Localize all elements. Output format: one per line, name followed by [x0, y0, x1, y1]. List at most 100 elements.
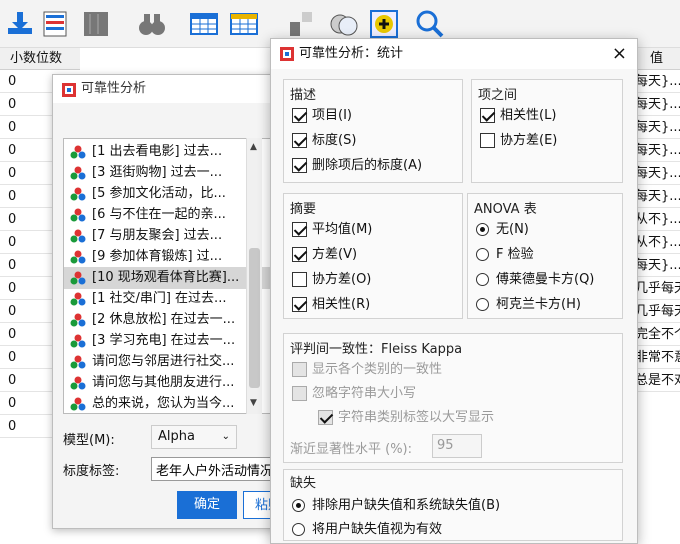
variable-scale-icon — [70, 313, 86, 327]
checkbox-describe-1[interactable]: 标度(S) — [290, 131, 356, 151]
exclude-missing-radio[interactable]: 排除用户缺失值和系统缺失值(B) — [290, 496, 500, 516]
uppercase-labels-label: 字符串类别标签以大写显示 — [338, 410, 495, 425]
list-item[interactable]: 请问您与其他朋友进行... — [64, 372, 270, 394]
option-label: 删除项后的标度(A) — [312, 158, 423, 173]
variable-scale-icon — [70, 397, 86, 411]
list-item-label: [6 与不住在一起的亲... — [92, 207, 226, 222]
uppercase-labels-checkbox[interactable]: 字符串类别标签以大写显示 — [316, 408, 494, 428]
summary-title: 摘要 — [290, 202, 317, 217]
grid-cell-values[interactable]: 完全不个 — [632, 323, 680, 346]
checkbox-summary-1[interactable]: 方差(V) — [290, 245, 357, 265]
anova-title: ANOVA 表 — [474, 202, 537, 217]
list-item[interactable]: [9 参加体育锻炼] 过... — [64, 246, 270, 268]
checkbox-summary-3[interactable]: 相关性(R) — [290, 295, 370, 315]
grid-cell-values[interactable]: 每天}... — [632, 70, 680, 93]
split-file-icon[interactable] — [80, 8, 112, 40]
list-item-label: 总的来说，您认为当今... — [92, 396, 235, 411]
show-category-agreement-checkbox[interactable]: 显示各个类别的一致性 — [290, 360, 442, 380]
variable-scale-icon — [70, 271, 86, 285]
variable-list[interactable]: [1 出去看电影] 过去... [3 逛街购物] 过去一... [5 参加文化活动，… — [63, 138, 271, 414]
list-item[interactable]: [3 逛街购物] 过去一... — [64, 162, 270, 184]
variable-scale-icon — [70, 208, 86, 222]
radio-anova-0[interactable]: 无(N) — [474, 220, 529, 240]
sig-level-input[interactable]: 95 — [432, 434, 482, 458]
list-item-label: [7 与朋友聚会] 过去... — [92, 228, 223, 243]
grid-cell-values[interactable]: 非常不意 — [632, 346, 680, 369]
find-binoculars-icon[interactable] — [136, 8, 168, 40]
radio-anova-1[interactable]: F 检验 — [474, 245, 534, 265]
variable-scale-icon — [70, 145, 86, 159]
checkbox-describe-2[interactable]: 删除项后的标度(A) — [290, 156, 422, 176]
variable-view-icon[interactable] — [228, 8, 260, 40]
value-labels-icon[interactable] — [284, 8, 316, 40]
reliability-analysis-dialog: 可靠性分析 [1 出去看电影] 过去... [3 逛街购物] 过去一... [5 参… — [52, 74, 300, 529]
missing-group: 缺失 排除用户缺失值和系统缺失值(B) 将用户缺失值视为有效 — [283, 469, 623, 541]
list-item-label: 请问您与邻居进行社交... — [92, 354, 235, 369]
list-item-label: 请问您与其他朋友进行... — [92, 375, 235, 390]
grid-cell-values[interactable]: 几乎每天 — [632, 300, 680, 323]
grid-cell-values[interactable]: 每天}... — [632, 185, 680, 208]
checkbox-between-1[interactable]: 协方差(E) — [478, 131, 557, 151]
scroll-thumb[interactable] — [249, 248, 260, 388]
option-label: 无(N) — [496, 222, 529, 237]
checkbox-summary-2[interactable]: 协方差(O) — [290, 270, 371, 290]
model-select-value: Alpha — [158, 429, 195, 444]
list-item[interactable]: [10 现场观看体育比赛]... — [64, 267, 270, 289]
grid-cell-values[interactable]: 总是不对 — [632, 369, 680, 392]
ignore-case-checkbox[interactable]: 忽略字符串大小写 — [290, 384, 416, 404]
list-item[interactable]: [1 社交/串门] 在过去... — [64, 288, 270, 310]
exclude-missing-label: 排除用户缺失值和系统缺失值(B) — [312, 498, 501, 513]
scroll-up-icon[interactable]: ▲ — [250, 142, 257, 152]
treat-missing-valid-radio[interactable]: 将用户缺失值视为有效 — [290, 520, 442, 540]
list-item-label: [1 出去看电影] 过去... — [92, 144, 223, 159]
column-header-values[interactable]: 值 — [632, 48, 680, 70]
radio-anova-2[interactable]: 傅莱德曼卡方(Q) — [474, 270, 594, 290]
grid-cell-values[interactable]: 每天}... — [632, 162, 680, 185]
list-item[interactable]: [1 出去看电影] 过去... — [64, 141, 270, 163]
checkbox-summary-0[interactable]: 平均值(M) — [290, 220, 372, 240]
model-select[interactable]: Alpha ⌄ — [151, 425, 237, 449]
list-item[interactable]: 总的来说，您认为当今... — [64, 393, 270, 413]
grid-cell-values[interactable]: 每天}... — [632, 139, 680, 162]
search-icon[interactable] — [414, 8, 446, 40]
checkbox-between-0[interactable]: 相关性(L) — [478, 106, 556, 126]
summary-group: 摘要 平均值(M) 方差(V) 协方差(O) 相关性(R) — [283, 193, 463, 319]
grid-cell-values[interactable]: 从不}... — [632, 231, 680, 254]
grid-cell-values[interactable]: 从不}... — [632, 208, 680, 231]
list-item[interactable]: [3 学习充电] 在过去一... — [64, 330, 270, 352]
statistics-dialog-title: 可靠性分析：统计 — [271, 39, 637, 69]
list-item[interactable]: [7 与朋友聚会] 过去... — [64, 225, 270, 247]
column-header-decimals[interactable]: 小数位数 — [0, 48, 80, 70]
scroll-down-icon[interactable]: ▼ — [250, 398, 257, 408]
grid-cell-values[interactable]: 每天}... — [632, 254, 680, 277]
sets-icon[interactable] — [328, 8, 360, 40]
app-icon — [62, 83, 76, 97]
ignore-case-label: 忽略字符串大小写 — [312, 386, 417, 401]
sort-cases-icon[interactable] — [4, 8, 36, 40]
variables-icon[interactable] — [40, 8, 72, 40]
list-item-label: [10 现场观看体育比赛]... — [92, 270, 240, 285]
variable-scale-icon — [70, 355, 86, 369]
add-plus-icon[interactable] — [368, 8, 400, 40]
checkbox-describe-0[interactable]: 项目(I) — [290, 106, 352, 126]
option-label: 标度(S) — [312, 133, 357, 148]
grid-cell-values[interactable]: 几乎每天 — [632, 277, 680, 300]
reliability-dialog-title: 可靠性分析 — [53, 75, 299, 103]
list-item[interactable]: 请问您与邻居进行社交... — [64, 351, 270, 373]
grid-cell-values[interactable]: 每天}... — [632, 93, 680, 116]
list-item[interactable]: [2 休息放松] 在过去一... — [64, 309, 270, 331]
anova-group: ANOVA 表 无(N) F 检验傅莱德曼卡方(Q) 柯克兰卡方(H) — [467, 193, 623, 319]
variable-scale-icon — [70, 229, 86, 243]
ok-button[interactable]: 确定 — [177, 491, 237, 519]
list-item[interactable]: [6 与不住在一起的亲... — [64, 204, 270, 226]
list-item-label: [9 参加体育锻炼] 过... — [92, 249, 223, 264]
grid-cell-values[interactable]: 每天}... — [632, 116, 680, 139]
variable-scale-icon — [70, 250, 86, 264]
describe-group: 描述 项目(I) 标度(S) 删除项后的标度(A) — [283, 79, 463, 183]
sig-level-label: 渐近显著性水平 (%): — [290, 442, 413, 457]
list-scrollbar[interactable]: ▲ ▼ — [246, 138, 262, 414]
radio-anova-3[interactable]: 柯克兰卡方(H) — [474, 295, 581, 315]
data-view-icon[interactable] — [188, 8, 220, 40]
list-item[interactable]: [5 参加文化活动，比... — [64, 183, 270, 205]
close-icon[interactable]: × — [612, 43, 627, 64]
